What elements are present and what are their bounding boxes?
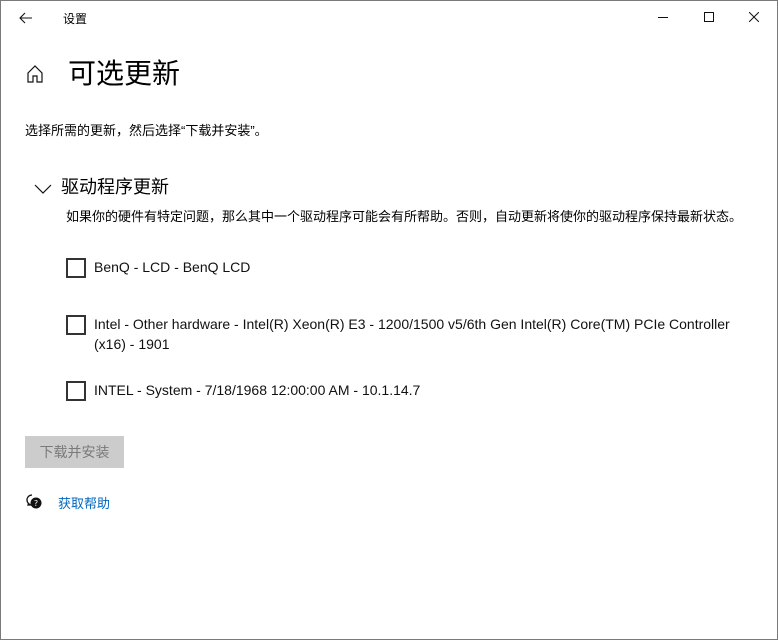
driver-label: BenQ - LCD - BenQ LCD <box>94 259 251 275</box>
close-button[interactable] <box>731 1 777 33</box>
home-icon <box>27 65 43 83</box>
chevron-down-icon <box>34 184 52 194</box>
section-toggle[interactable]: 驱动程序更新 <box>31 176 191 202</box>
home-button[interactable] <box>25 64 47 86</box>
maximize-button[interactable] <box>686 1 732 33</box>
back-button[interactable] <box>9 5 43 31</box>
driver-label: Intel - Other hardware - Intel(R) Xeon(R… <box>94 316 730 352</box>
minimize-icon <box>658 17 668 18</box>
get-help-link[interactable]: ? 获取帮助 <box>25 491 125 513</box>
download-install-button[interactable]: 下载并安装 <box>25 436 124 468</box>
section-description: 如果你的硬件有特定问题，那么其中一个驱动程序可能会有所帮助。否则，自动更新将使你… <box>66 209 743 224</box>
window-title: 设置 <box>63 12 88 26</box>
page-title: 可选更新 <box>68 58 181 89</box>
arrow-left-icon <box>19 12 32 24</box>
driver-checkbox[interactable] <box>66 381 86 401</box>
section-title: 驱动程序更新 <box>61 177 169 197</box>
close-icon <box>749 12 759 22</box>
svg-text:?: ? <box>34 499 38 508</box>
driver-checkbox[interactable] <box>66 315 86 335</box>
driver-label: INTEL - System - 7/18/1968 12:00:00 AM -… <box>94 382 421 398</box>
page-description: 选择所需的更新，然后选择“下载并安装”。 <box>25 123 268 138</box>
settings-window: 设置 可选更新 选择所需的更新，然后选择“下载并安装”。 驱动程序更新 如果你的… <box>0 0 778 640</box>
minimize-button[interactable] <box>640 1 686 33</box>
driver-checkbox[interactable] <box>66 258 86 278</box>
maximize-icon <box>704 12 714 22</box>
get-help-label: 获取帮助 <box>58 496 111 511</box>
help-chat-icon: ? <box>26 494 42 509</box>
